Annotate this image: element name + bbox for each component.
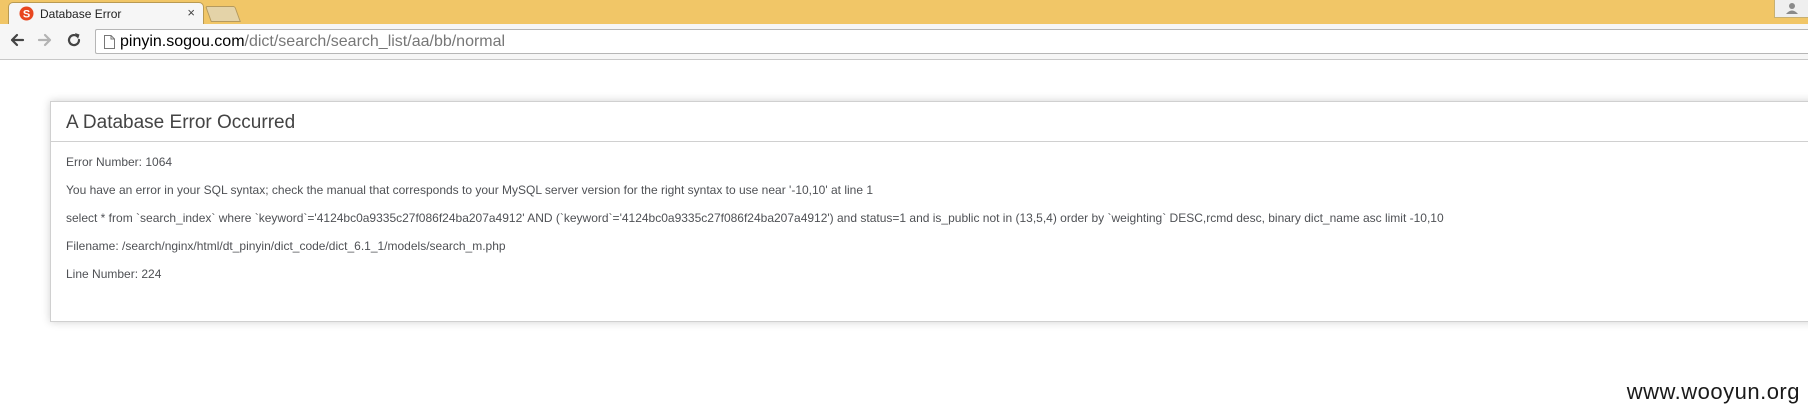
- tab-database-error[interactable]: S Database Error ×: [8, 2, 204, 24]
- url-text: pinyin.sogou.com/dict/search/search_list…: [120, 33, 505, 51]
- error-filename: Filename: /search/nginx/html/dt_pinyin/d…: [66, 239, 506, 253]
- new-tab-button[interactable]: [205, 6, 241, 22]
- error-title: A Database Error Occurred: [66, 112, 296, 133]
- forward-button[interactable]: [34, 29, 56, 51]
- watermark: www.wooyun.org: [1626, 379, 1800, 404]
- tab-title: Database Error: [40, 7, 122, 21]
- back-arrow-icon: [10, 33, 25, 47]
- address-bar[interactable]: pinyin.sogou.com/dict/search/search_list…: [95, 29, 1808, 54]
- sogou-favicon-icon: S: [19, 6, 34, 21]
- browser-toolbar: pinyin.sogou.com/dict/search/search_list…: [0, 24, 1808, 60]
- page-content: A Database Error Occurred Error Number: …: [0, 60, 1808, 409]
- close-tab-icon[interactable]: ×: [187, 5, 195, 21]
- error-number: Error Number: 1064: [66, 155, 173, 169]
- svg-text:S: S: [23, 9, 30, 21]
- reload-icon: [67, 33, 81, 47]
- profile-button[interactable]: [1774, 0, 1808, 18]
- forward-arrow-icon: [37, 33, 52, 47]
- reload-button[interactable]: [63, 29, 85, 51]
- error-query: select * from `search_index` where `keyw…: [66, 211, 1444, 225]
- back-button[interactable]: [6, 29, 28, 51]
- error-heading-bar: A Database Error Occurred: [51, 102, 1808, 142]
- error-message: You have an error in your SQL syntax; ch…: [66, 183, 873, 197]
- url-path: /dict/search/search_list/aa/bb/normal: [244, 33, 506, 50]
- tab-strip: S Database Error ×: [0, 0, 1808, 24]
- error-container: A Database Error Occurred Error Number: …: [50, 101, 1808, 322]
- error-line-number: Line Number: 224: [66, 267, 162, 281]
- page-icon: [104, 35, 115, 49]
- url-host: pinyin.sogou.com: [120, 33, 245, 50]
- user-icon: [1786, 3, 1798, 14]
